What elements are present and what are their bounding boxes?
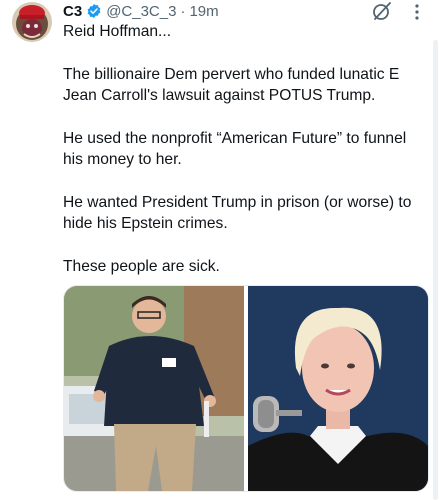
avatar[interactable] [12, 2, 52, 42]
tweet-paragraph: Reid Hoffman... [63, 23, 172, 40]
avatar-image [12, 2, 52, 42]
woman-microphone-photo [248, 286, 428, 491]
tweet-paragraph: These people are sick. [63, 258, 220, 275]
grok-icon[interactable] [371, 0, 393, 22]
header-separator: · [180, 2, 186, 20]
tweet-text: Reid Hoffman... The billionaire Dem perv… [63, 21, 429, 277]
more-vertical-icon[interactable] [414, 3, 420, 21]
man-walking-photo [64, 286, 244, 491]
tweet-paragraph: He wanted President Trump in prison (or … [63, 194, 412, 232]
tweet-paragraph: He used the nonprofit “American Future” … [63, 130, 407, 168]
media-photo-left[interactable] [64, 286, 244, 491]
verified-badge-icon [86, 3, 102, 19]
tweet-paragraph: The billionaire Dem pervert who funded l… [63, 66, 400, 104]
media-photo-right[interactable] [248, 286, 428, 491]
tweet-header: C3 @C_3C_3 · 19m [63, 1, 219, 21]
timestamp[interactable]: 19m [189, 3, 218, 20]
author-handle[interactable]: @C_3C_3 [106, 3, 176, 20]
tweet-media[interactable] [63, 285, 429, 492]
author-name[interactable]: C3 [63, 3, 82, 20]
scrollbar[interactable] [433, 40, 438, 500]
